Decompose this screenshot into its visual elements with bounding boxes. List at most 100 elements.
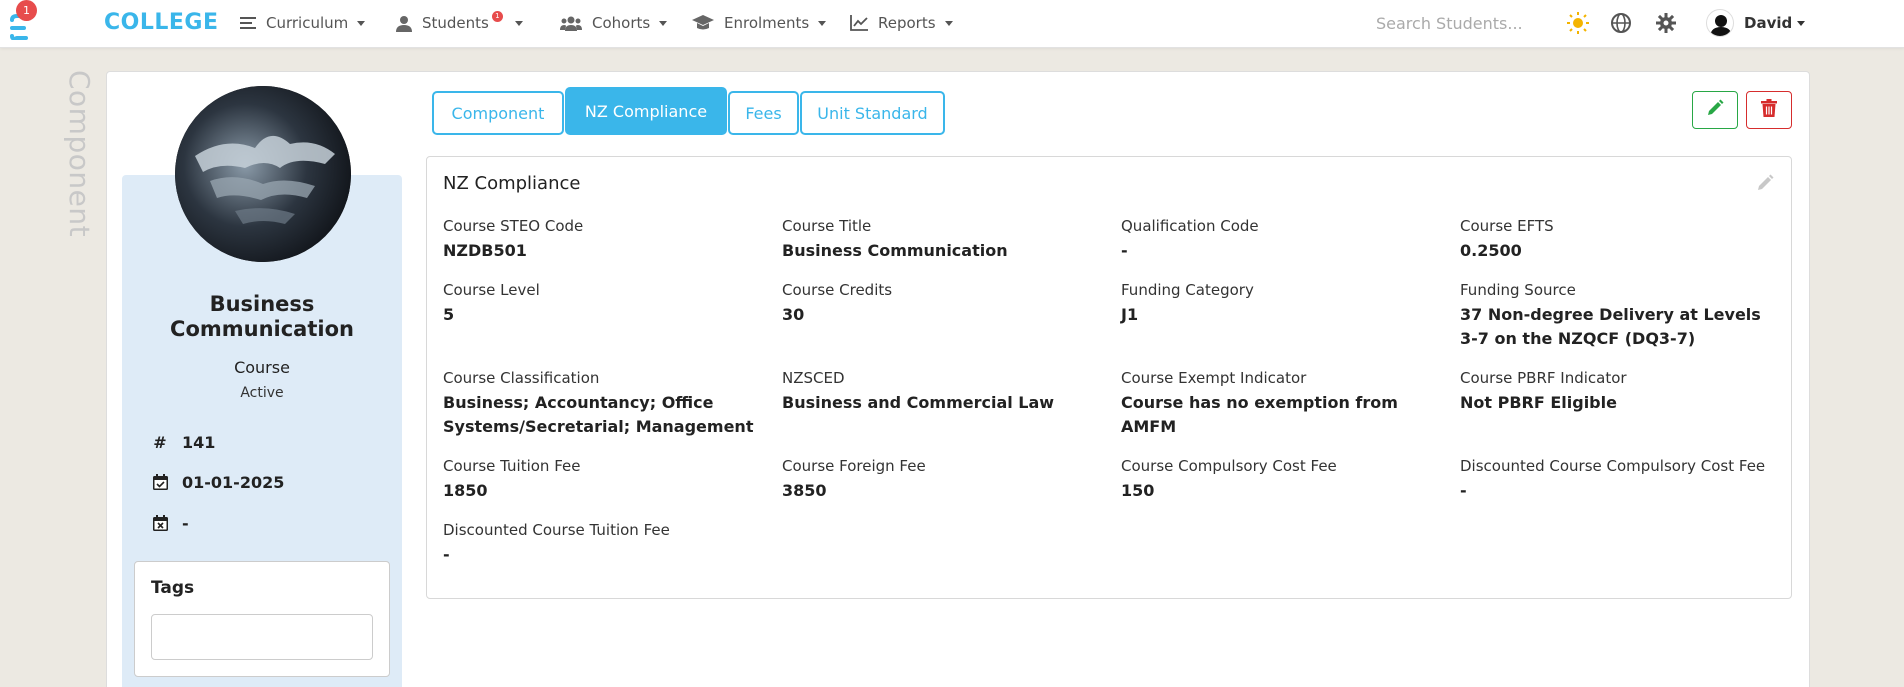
brand-title[interactable]: COLLEGE [104,10,219,35]
field-value: Business; Accountancy; Office Systems/Se… [443,393,754,436]
top-navbar: 1 COLLEGE Curriculum Students 1 Cohorts … [0,0,1904,48]
field-value: - [1460,481,1467,500]
field-course-foreign-fee: Course Foreign Fee 3850 [782,457,1112,503]
panel-title: NZ Compliance [443,173,581,194]
chevron-down-icon [659,20,668,26]
field-label: Course Level [443,281,540,299]
field-discounted-course-tuition-fee: Discounted Course Tuition Fee - [443,521,773,567]
students-badge: 1 [491,10,503,22]
user-icon [396,15,412,32]
field-nzsced: NZSCED Business and Commercial Law [782,369,1112,415]
field-label: Course EFTS [1460,217,1554,235]
end-date: - [182,513,189,533]
notification-badge: 1 [16,0,37,21]
field-label: Course Compulsory Cost Fee [1121,457,1337,475]
field-discounted-compulsory-cost-fee: Discounted Course Compulsory Cost Fee - [1460,457,1790,503]
field-course-level: Course Level 5 [443,281,773,327]
tab-nz-compliance[interactable]: NZ Compliance [565,87,727,135]
nav-cohorts[interactable]: Cohorts [560,0,668,46]
field-value: J1 [1121,305,1139,324]
graduation-cap-icon [692,15,714,31]
field-value: 37 Non-degree Delivery at Levels 3-7 on … [1460,305,1761,348]
delete-button[interactable] [1746,91,1792,129]
end-date-row: - [150,512,189,534]
start-date: 01-01-2025 [182,472,285,492]
field-label: Qualification Code [1121,217,1259,235]
hash-icon: # [153,432,167,452]
sun-icon[interactable] [1566,11,1590,35]
avatar [1706,9,1734,37]
vertical-label-text: Component [63,70,96,238]
course-id-row: # 141 [150,431,215,453]
field-label: Course Classification [443,369,600,387]
menu-lines-icon [240,16,256,30]
field-label: Discounted Course Compulsory Cost Fee [1460,457,1766,475]
edit-button[interactable] [1692,91,1738,129]
field-label: Course Credits [782,281,893,299]
calendar-check-icon [150,474,170,490]
field-course-classification: Course Classification Business; Accounta… [443,369,763,439]
nav-students[interactable]: Students 1 [396,0,523,46]
tab-fees-label: Fees [745,103,782,123]
field-course-efts: Course EFTS 0.2500 [1460,217,1790,263]
field-label: Course PBRF Indicator [1460,369,1627,387]
field-funding-source: Funding Source 37 Non-degree Delivery at… [1460,281,1780,351]
nav-curriculum-label: Curriculum [266,14,349,32]
tab-component-label: Component [451,103,545,123]
field-label: Discounted Course Tuition Fee [443,521,670,539]
tab-fees[interactable]: Fees [728,91,799,135]
user-menu[interactable]: David [1706,7,1806,39]
field-value: 5 [443,305,455,324]
chevron-down-icon [1797,20,1806,26]
tags-title: Tags [151,578,195,598]
field-course-steo-code: Course STEO Code NZDB501 [443,217,773,263]
trash-icon [1761,99,1777,121]
field-value: Business Communication [782,241,1008,260]
field-value: 0.2500 [1460,241,1522,260]
field-qualification-code: Qualification Code - [1121,217,1451,263]
field-course-title: Course Title Business Communication [782,217,1112,263]
field-label: Course Tuition Fee [443,457,581,475]
field-course-tuition-fee: Course Tuition Fee 1850 [443,457,773,503]
field-value: - [1121,241,1128,260]
nav-students-label: Students [422,14,489,32]
field-course-compulsory-cost-fee: Course Compulsory Cost Fee 150 [1121,457,1451,503]
tab-component[interactable]: Component [432,91,564,135]
field-label: NZSCED [782,369,845,387]
course-status: Active [240,385,284,401]
field-label: Course STEO Code [443,217,584,235]
calendar-x-icon [150,515,170,531]
panel-edit-icon[interactable] [1756,174,1774,196]
start-date-row: 01-01-2025 [150,471,284,493]
tab-nz-compliance-label: NZ Compliance [584,101,708,121]
line-chart-icon [850,15,868,31]
nav-curriculum[interactable]: Curriculum [240,0,366,46]
search-students-input[interactable] [1362,8,1552,38]
course-type: Course [234,358,290,377]
field-value: 1850 [443,481,488,500]
field-label: Course Foreign Fee [782,457,926,475]
vertical-section-label: Component [63,70,96,250]
globe-icon[interactable] [1609,11,1633,35]
chevron-down-icon [944,20,953,26]
field-label: Funding Category [1121,281,1254,299]
field-course-credits: Course Credits 30 [782,281,1112,327]
tags-input[interactable] [151,614,373,660]
gear-icon[interactable] [1654,11,1678,35]
field-value: 150 [1121,481,1155,500]
course-id: 141 [182,432,216,452]
field-value: Not PBRF Eligible [1460,393,1617,412]
field-value: 3850 [782,481,827,500]
field-label: Course Title [782,217,872,235]
field-value: - [443,545,450,564]
nav-reports[interactable]: Reports [850,0,953,46]
field-funding-category: Funding Category J1 [1121,281,1451,327]
nav-reports-label: Reports [878,14,936,32]
nav-enrolments[interactable]: Enrolments [692,0,827,46]
tab-unit-standard[interactable]: Unit Standard [800,91,945,135]
field-course-exempt-indicator: Course Exempt Indicator Course has no ex… [1121,369,1451,439]
tags-card: Tags [134,561,390,677]
tab-unit-standard-label: Unit Standard [817,103,928,123]
nav-cohorts-label: Cohorts [592,14,651,32]
chevron-down-icon [818,20,827,26]
